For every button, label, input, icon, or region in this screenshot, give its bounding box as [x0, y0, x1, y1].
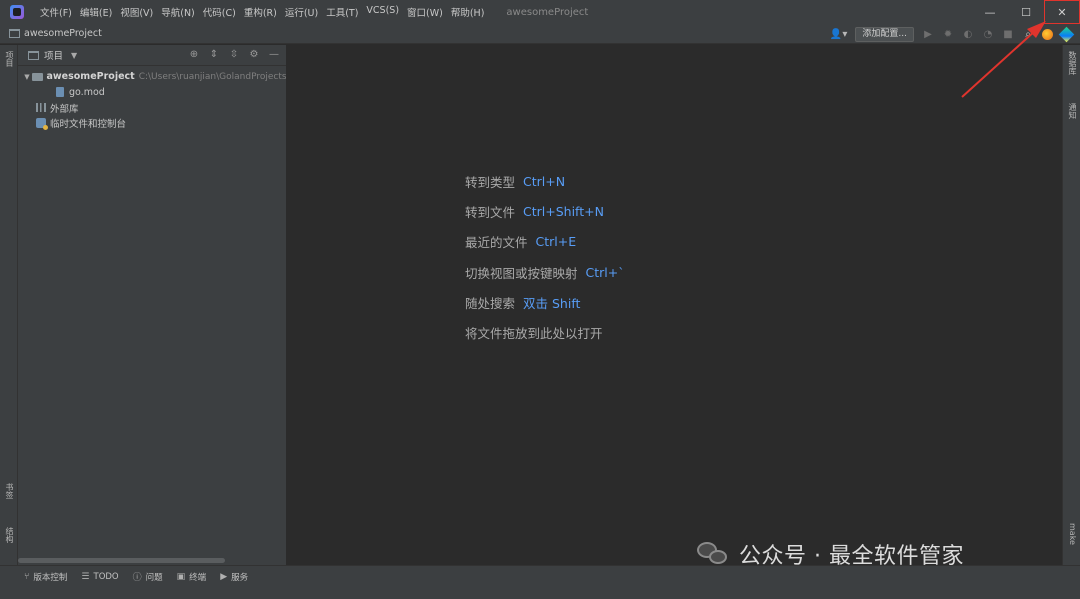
debug-icon[interactable]: ✹ [942, 29, 954, 40]
menu-vcs[interactable]: VCS(S) [362, 5, 403, 19]
status-bar [0, 587, 1080, 599]
project-panel-tools: ⊕ ⇕ ⇳ ⚙ — [188, 49, 280, 60]
chevron-down-icon[interactable]: ▼ [22, 73, 32, 81]
hint-recent-files: 最近的文件 Ctrl+E [465, 234, 577, 251]
tab-terminal[interactable]: ▣ 终端 [177, 571, 207, 583]
project-panel: 项目 ▼ ⊕ ⇕ ⇳ ⚙ — ▼ awesomeProject C:\Users… [18, 45, 287, 565]
structure-tool-window-button[interactable]: 结构 [2, 527, 16, 543]
scratches-icon [36, 118, 48, 131]
hint-go-to-type: 转到类型 Ctrl+N [465, 173, 566, 190]
tab-label: 服务 [231, 572, 249, 583]
version-control-icon: ⑂ [24, 571, 30, 582]
editor-empty-area[interactable]: 转到类型 Ctrl+N 转到文件 Ctrl+Shift+N 最近的文件 Ctrl… [287, 45, 1062, 565]
tab-services[interactable]: ▶ 服务 [220, 571, 248, 583]
locate-file-icon[interactable]: ⊕ [188, 49, 200, 60]
watermark-text: 公众号 · 最全软件管家 [739, 544, 964, 569]
ide-update-icon[interactable] [1042, 28, 1053, 40]
project-panel-header: 项目 ▼ ⊕ ⇕ ⇳ ⚙ — [18, 45, 286, 66]
jetbrains-toolbox-icon[interactable] [1058, 26, 1075, 42]
goland-app-icon [10, 5, 24, 19]
todo-icon: ☰ [81, 571, 90, 582]
wechat-logo-icon [697, 542, 729, 566]
hint-switch-view: 切换视图或按键映射 Ctrl+` [465, 264, 625, 281]
window-title: awesomeProject [506, 6, 589, 18]
gear-icon[interactable]: ⚙ [248, 49, 260, 60]
tree-item-go-mod[interactable]: go.mod [18, 85, 286, 101]
horizontal-scrollbar[interactable] [18, 558, 225, 563]
problems-icon: ⓘ [132, 573, 142, 583]
hide-icon[interactable]: — [268, 49, 280, 60]
menu-code[interactable]: 代码(C) [199, 5, 240, 19]
title-bar: 文件(F) 编辑(E) 视图(V) 导航(N) 代码(C) 重构(R) 运行(U… [0, 0, 1080, 24]
tree-item-label: awesomeProject [46, 71, 135, 83]
services-icon: ▶ [220, 571, 228, 582]
search-icon[interactable]: ⌕ [1022, 29, 1034, 40]
project-tool-window-button[interactable]: 项目 [2, 51, 16, 67]
add-configuration-button[interactable]: 添加配置... [855, 26, 914, 42]
folder-icon [31, 72, 43, 81]
menu-help[interactable]: 帮助(H) [447, 5, 489, 19]
project-panel-title[interactable]: 项目 [44, 48, 63, 62]
database-tool-window-button[interactable]: 数据库 [1065, 51, 1079, 75]
tree-item-scratches[interactable]: 临时文件和控制台 [18, 116, 286, 132]
tree-item-label: 临时文件和控制台 [50, 119, 127, 131]
menu-window[interactable]: 窗口(W) [403, 5, 447, 19]
tree-item-project-root[interactable]: ▼ awesomeProject C:\Users\ruanjian\Golan… [18, 69, 286, 85]
bookmarks-tool-window-button[interactable]: 书签 [2, 483, 16, 499]
editor-hints: 转到类型 Ctrl+N 转到文件 Ctrl+Shift+N 最近的文件 Ctrl… [465, 166, 624, 348]
menu-edit[interactable]: 编辑(E) [76, 5, 116, 19]
menu-refactor[interactable]: 重构(R) [240, 5, 281, 19]
notifications-tool-window-button[interactable]: 通知 [1065, 103, 1079, 119]
menu-view[interactable]: 视图(V) [116, 5, 157, 19]
project-tree: ▼ awesomeProject C:\Users\ruanjian\Golan… [18, 66, 286, 131]
menu-navigate[interactable]: 导航(N) [157, 5, 199, 19]
tab-todo[interactable]: ☰ TODO [81, 572, 118, 582]
menu-run[interactable]: 运行(U) [281, 5, 322, 19]
minimize-button[interactable]: — [972, 0, 1008, 24]
stop-icon[interactable]: ■ [1002, 29, 1014, 40]
folder-icon [9, 29, 20, 38]
tab-problems[interactable]: ⓘ 问题 [132, 570, 163, 584]
wechat-watermark: 公众号 · 最全软件管家 [697, 538, 964, 570]
run-toolbar: 👤▾ 添加配置... ▶ ✹ ◐ ◔ ■ ⌕ [830, 24, 1075, 44]
breadcrumb-project[interactable]: awesomeProject [24, 28, 102, 39]
hint-drop-files: 将文件拖放到此处以打开 [465, 326, 603, 342]
library-icon [36, 103, 46, 113]
menu-tools[interactable]: 工具(T) [322, 5, 362, 19]
tree-item-path: C:\Users\ruanjian\GolandProjects\ [138, 71, 286, 82]
close-button[interactable]: ✕ [1044, 0, 1080, 24]
tab-label: TODO [93, 571, 119, 582]
go-mod-file-icon [56, 87, 64, 98]
coverage-icon[interactable]: ◐ [962, 29, 974, 40]
maximize-button[interactable]: ☐ [1008, 0, 1044, 24]
tab-label: 终端 [189, 572, 207, 583]
tab-version-control[interactable]: ⑂ 版本控制 [24, 571, 67, 583]
hint-go-to-file: 转到文件 Ctrl+Shift+N [465, 203, 604, 220]
tab-label: 问题 [145, 572, 163, 583]
profile-icon[interactable]: ◔ [982, 29, 994, 40]
tree-item-label: go.mod [69, 86, 105, 98]
hint-search-everywhere: 随处搜索 双击 Shift [465, 295, 581, 311]
navigation-bar: awesomeProject 👤▾ 添加配置... ▶ ✹ ◐ ◔ ■ ⌕ [0, 24, 1080, 44]
project-folder-icon [28, 50, 39, 60]
tab-label: 版本控制 [33, 572, 68, 583]
right-tool-strip: 数据库 通知 make [1062, 45, 1080, 565]
make-tool-window-button[interactable]: make [1065, 523, 1079, 545]
menu-file[interactable]: 文件(F) [36, 5, 76, 19]
run-icon[interactable]: ▶ [922, 29, 934, 40]
main-menu: 文件(F) 编辑(E) 视图(V) 导航(N) 代码(C) 重构(R) 运行(U… [36, 5, 488, 19]
left-tool-strip: 项目 书签 结构 [0, 45, 18, 565]
tree-item-label: 外部库 [50, 103, 79, 115]
user-icon[interactable]: 👤▾ [830, 29, 847, 40]
window-controls: — ☐ ✕ [972, 0, 1080, 24]
terminal-icon: ▣ [176, 571, 186, 582]
expand-all-icon[interactable]: ⇕ [208, 49, 220, 60]
collapse-all-icon[interactable]: ⇳ [228, 49, 240, 60]
tree-item-external-libraries[interactable]: 外部库 [18, 100, 286, 116]
chevron-down-icon[interactable]: ▼ [71, 51, 77, 60]
